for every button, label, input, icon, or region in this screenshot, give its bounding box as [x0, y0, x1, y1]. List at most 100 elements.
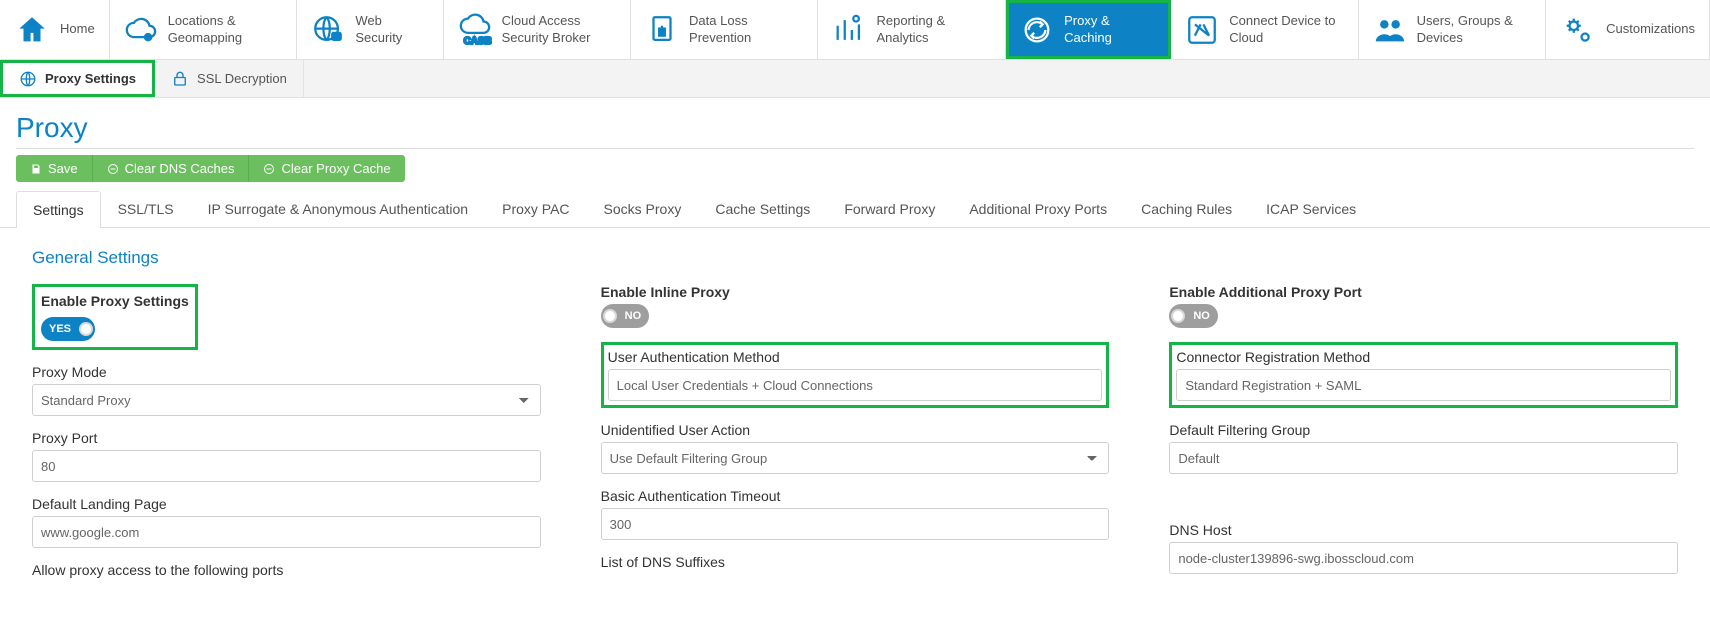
section-title: General Settings — [32, 248, 1678, 268]
clear-proxy-cache-button[interactable]: Clear Proxy Cache — [249, 155, 404, 182]
users-icon — [1373, 12, 1407, 48]
connect-icon — [1185, 12, 1219, 48]
nav-label: Connect Device to Cloud — [1229, 13, 1343, 46]
save-icon — [30, 163, 42, 175]
ssl-icon — [171, 70, 189, 88]
inline-proxy-toggle[interactable]: NO — [601, 304, 650, 328]
home-icon — [14, 12, 50, 48]
globe-icon — [19, 70, 37, 88]
analytics-icon — [832, 12, 866, 48]
save-button[interactable]: Save — [16, 155, 93, 182]
connector-reg-value[interactable] — [1176, 369, 1671, 401]
allow-ports-label: Allow proxy access to the following port… — [32, 562, 541, 578]
tab-settings[interactable]: Settings — [16, 191, 101, 228]
nav-label: Proxy & Caching — [1064, 13, 1156, 46]
globe-refresh-icon — [1020, 12, 1054, 48]
minus-circle-icon — [263, 163, 275, 175]
enable-proxy-toggle[interactable]: YES — [41, 317, 95, 341]
subnav-label: Proxy Settings — [45, 71, 136, 86]
proxy-port-label: Proxy Port — [32, 430, 541, 446]
additional-port-label: Enable Additional Proxy Port — [1169, 284, 1678, 300]
nav-connect-device[interactable]: Connect Device to Cloud — [1171, 0, 1358, 59]
svg-text:CASB: CASB — [463, 36, 491, 47]
nav-customizations[interactable]: Customizations — [1546, 0, 1710, 59]
unidentified-label: Unidentified User Action — [601, 422, 1110, 438]
auth-method-value[interactable] — [608, 369, 1103, 401]
toggle-knob — [79, 322, 93, 336]
dns-host-label: DNS Host — [1169, 522, 1678, 538]
gears-icon — [1560, 12, 1596, 48]
save-label: Save — [48, 161, 78, 176]
toggle-value: NO — [1187, 310, 1216, 322]
nav-web-security[interactable]: Web Security — [297, 0, 443, 59]
nav-users-groups[interactable]: Users, Groups & Devices — [1359, 0, 1546, 59]
top-nav-bar: Home Locations & Geomapping Web Security… — [0, 0, 1710, 60]
subnav-ssl-decryption[interactable]: SSL Decryption — [155, 60, 304, 97]
proxy-port-input[interactable] — [32, 450, 541, 482]
settings-col-1: Enable Proxy Settings YES Proxy Mode Sta… — [32, 284, 541, 592]
tab-forward-proxy[interactable]: Forward Proxy — [827, 190, 952, 227]
unidentified-select[interactable]: Use Default Filtering Group — [601, 442, 1110, 474]
clear-dns-button[interactable]: Clear DNS Caches — [93, 155, 250, 182]
nav-label: Data Loss Prevention — [689, 13, 803, 46]
nav-label: Locations & Geomapping — [168, 13, 282, 46]
default-group-input[interactable] — [1169, 442, 1678, 474]
nav-label: Cloud Access Security Broker — [502, 13, 616, 46]
basic-auth-label: Basic Authentication Timeout — [601, 488, 1110, 504]
tab-proxy-pac[interactable]: Proxy PAC — [485, 190, 586, 227]
nav-dlp[interactable]: Data Loss Prevention — [631, 0, 818, 59]
nav-label: Reporting & Analytics — [876, 13, 990, 46]
minus-circle-icon — [107, 163, 119, 175]
nav-label: Web Security — [355, 13, 428, 46]
nav-casb[interactable]: CASB Cloud Access Security Broker — [444, 0, 631, 59]
toggle-value: NO — [619, 310, 648, 322]
inline-proxy-label: Enable Inline Proxy — [601, 284, 1110, 300]
nav-proxy-caching[interactable]: Proxy & Caching — [1006, 0, 1171, 59]
clear-proxy-label: Clear Proxy Cache — [281, 161, 390, 176]
settings-col-2: Enable Inline Proxy NO User Authenticati… — [601, 284, 1110, 592]
action-bar: Save Clear DNS Caches Clear Proxy Cache — [0, 155, 1710, 190]
nav-label: Customizations — [1606, 21, 1695, 37]
auth-method-label: User Authentication Method — [608, 349, 1103, 365]
shield-doc-icon — [645, 12, 679, 48]
clear-dns-label: Clear DNS Caches — [125, 161, 235, 176]
tab-socks-proxy[interactable]: Socks Proxy — [587, 190, 699, 227]
tab-ssl-tls[interactable]: SSL/TLS — [101, 190, 191, 227]
casb-icon: CASB — [458, 12, 492, 48]
additional-port-toggle[interactable]: NO — [1169, 304, 1218, 328]
globe-lock-icon — [311, 12, 345, 48]
nav-reporting[interactable]: Reporting & Analytics — [818, 0, 1005, 59]
default-group-label: Default Filtering Group — [1169, 422, 1678, 438]
proxy-mode-label: Proxy Mode — [32, 364, 541, 380]
basic-auth-input[interactable] — [601, 508, 1110, 540]
connector-reg-label: Connector Registration Method — [1176, 349, 1671, 365]
subnav-proxy-settings[interactable]: Proxy Settings — [0, 60, 155, 97]
subnav-label: SSL Decryption — [197, 71, 287, 86]
nav-label: Home — [60, 21, 95, 37]
landing-page-input[interactable] — [32, 516, 541, 548]
connector-reg-highlight: Connector Registration Method — [1169, 342, 1678, 408]
dns-suffix-label: List of DNS Suffixes — [601, 554, 1110, 570]
enable-proxy-highlight: Enable Proxy Settings YES — [32, 284, 198, 350]
proxy-mode-select[interactable]: Standard Proxy — [32, 384, 541, 416]
tab-cache-settings[interactable]: Cache Settings — [698, 190, 827, 227]
toggle-value: YES — [43, 323, 77, 335]
tab-bar: Settings SSL/TLS IP Surrogate & Anonymou… — [0, 190, 1710, 228]
tab-additional-ports[interactable]: Additional Proxy Ports — [952, 190, 1124, 227]
landing-page-label: Default Landing Page — [32, 496, 541, 512]
dns-host-input[interactable] — [1169, 542, 1678, 574]
toggle-knob — [1171, 309, 1185, 323]
tab-icap-services[interactable]: ICAP Services — [1249, 190, 1373, 227]
cloud-pin-icon — [124, 12, 158, 48]
tab-ip-surrogate[interactable]: IP Surrogate & Anonymous Authentication — [191, 190, 485, 227]
enable-proxy-label: Enable Proxy Settings — [41, 293, 189, 309]
toggle-knob — [603, 309, 617, 323]
nav-home[interactable]: Home — [0, 0, 110, 59]
nav-locations[interactable]: Locations & Geomapping — [110, 0, 297, 59]
settings-content: General Settings Enable Proxy Settings Y… — [0, 228, 1710, 612]
tab-caching-rules[interactable]: Caching Rules — [1124, 190, 1249, 227]
auth-method-highlight: User Authentication Method — [601, 342, 1110, 408]
sub-nav-bar: Proxy Settings SSL Decryption — [0, 60, 1710, 98]
page-title: Proxy — [16, 112, 1694, 149]
nav-label: Users, Groups & Devices — [1417, 13, 1531, 46]
